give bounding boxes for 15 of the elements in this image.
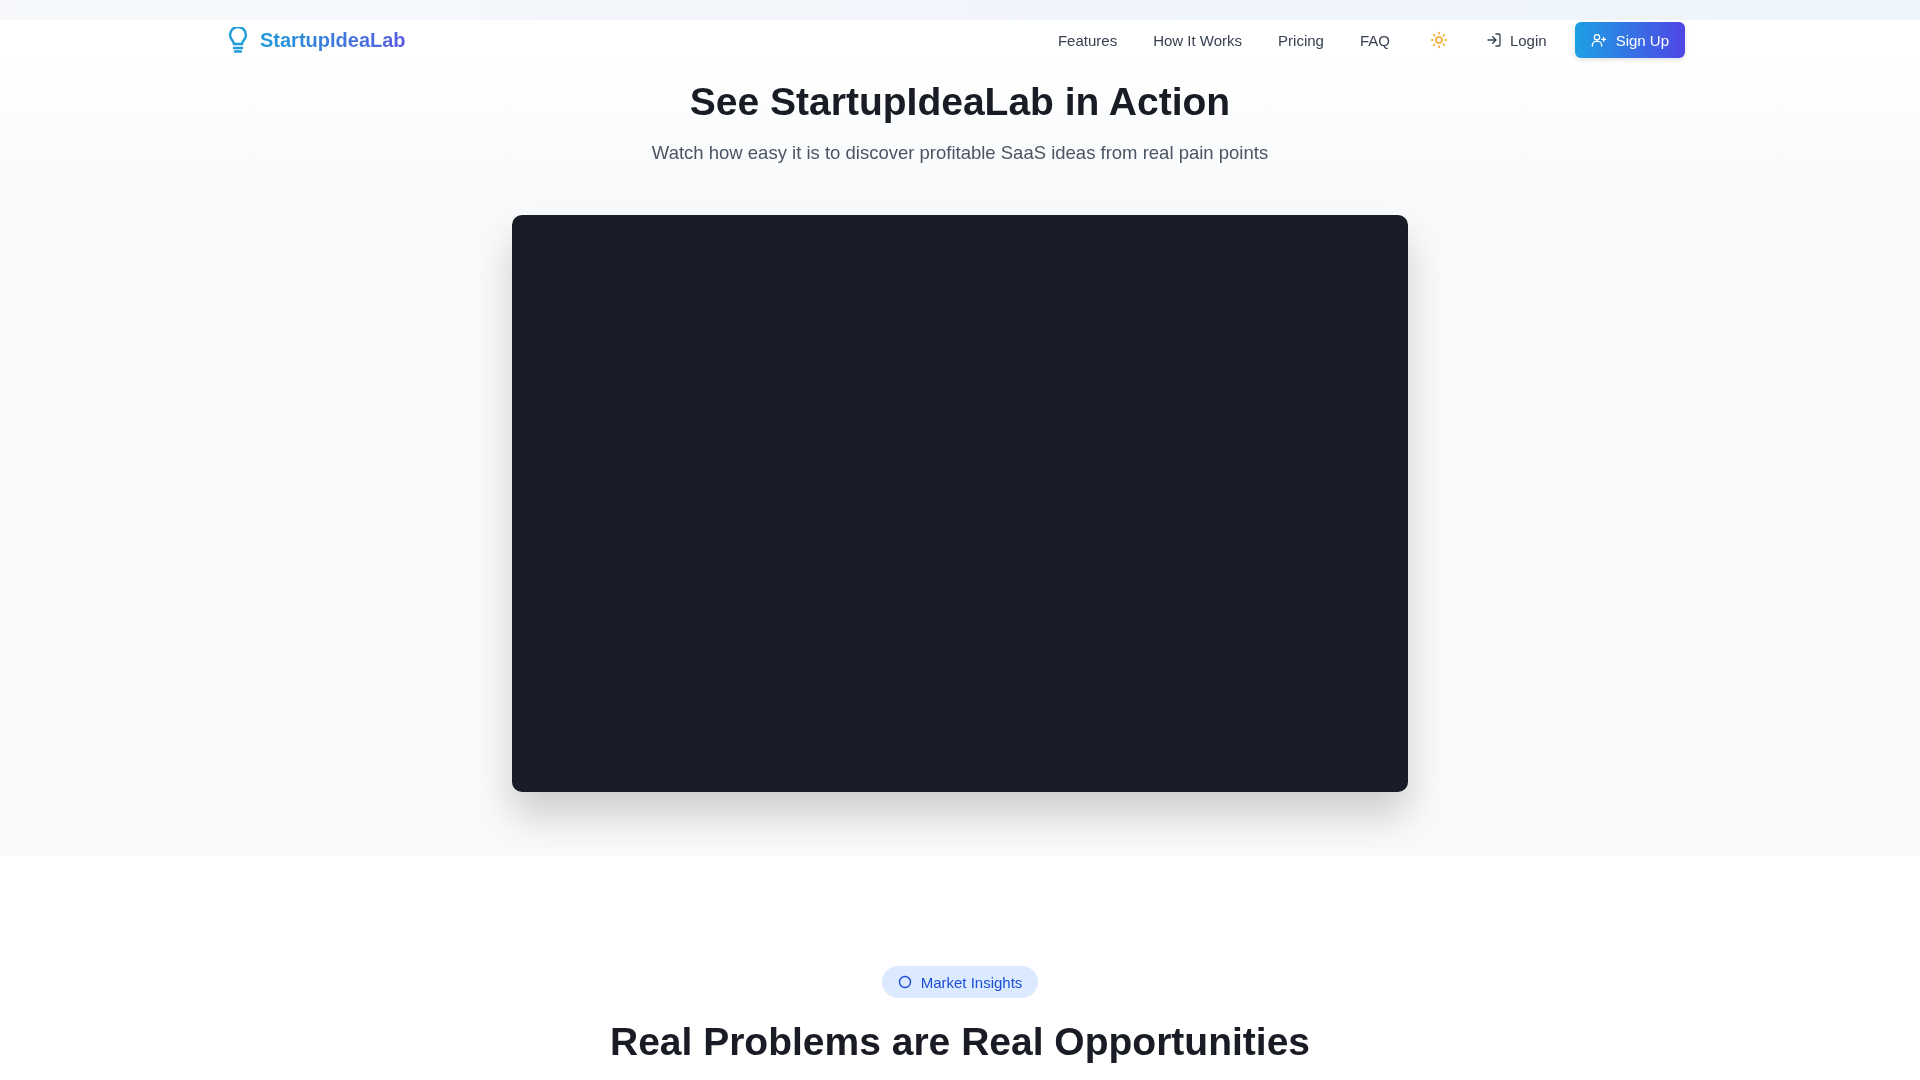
- sign-up-button[interactable]: Sign Up: [1574, 22, 1685, 58]
- section-title: See StartupIdeaLab in Action: [689, 80, 1231, 124]
- nav-link[interactable]: Pricing: [1278, 31, 1324, 49]
- badge-label: Market Insights: [920, 973, 1023, 991]
- section-title: Real Problems are Real Opportunities: [609, 1020, 1310, 1064]
- sun-icon[interactable]: [1429, 31, 1448, 49]
- section-subtitle: Watch how easy it is to discover profitable SaaS ideas from real pain points: [651, 142, 1269, 164]
- nav-link[interactable]: How It Works: [1153, 31, 1243, 49]
- circle-icon: [897, 975, 912, 989]
- add-user-icon: [1590, 32, 1607, 48]
- nav-link[interactable]: FAQ: [1359, 31, 1390, 49]
- login-icon: [1485, 32, 1502, 48]
- nav-link[interactable]: Features: [1057, 31, 1118, 49]
- lightbulb-icon: [228, 27, 248, 53]
- login-link[interactable]: Login: [1485, 31, 1547, 49]
